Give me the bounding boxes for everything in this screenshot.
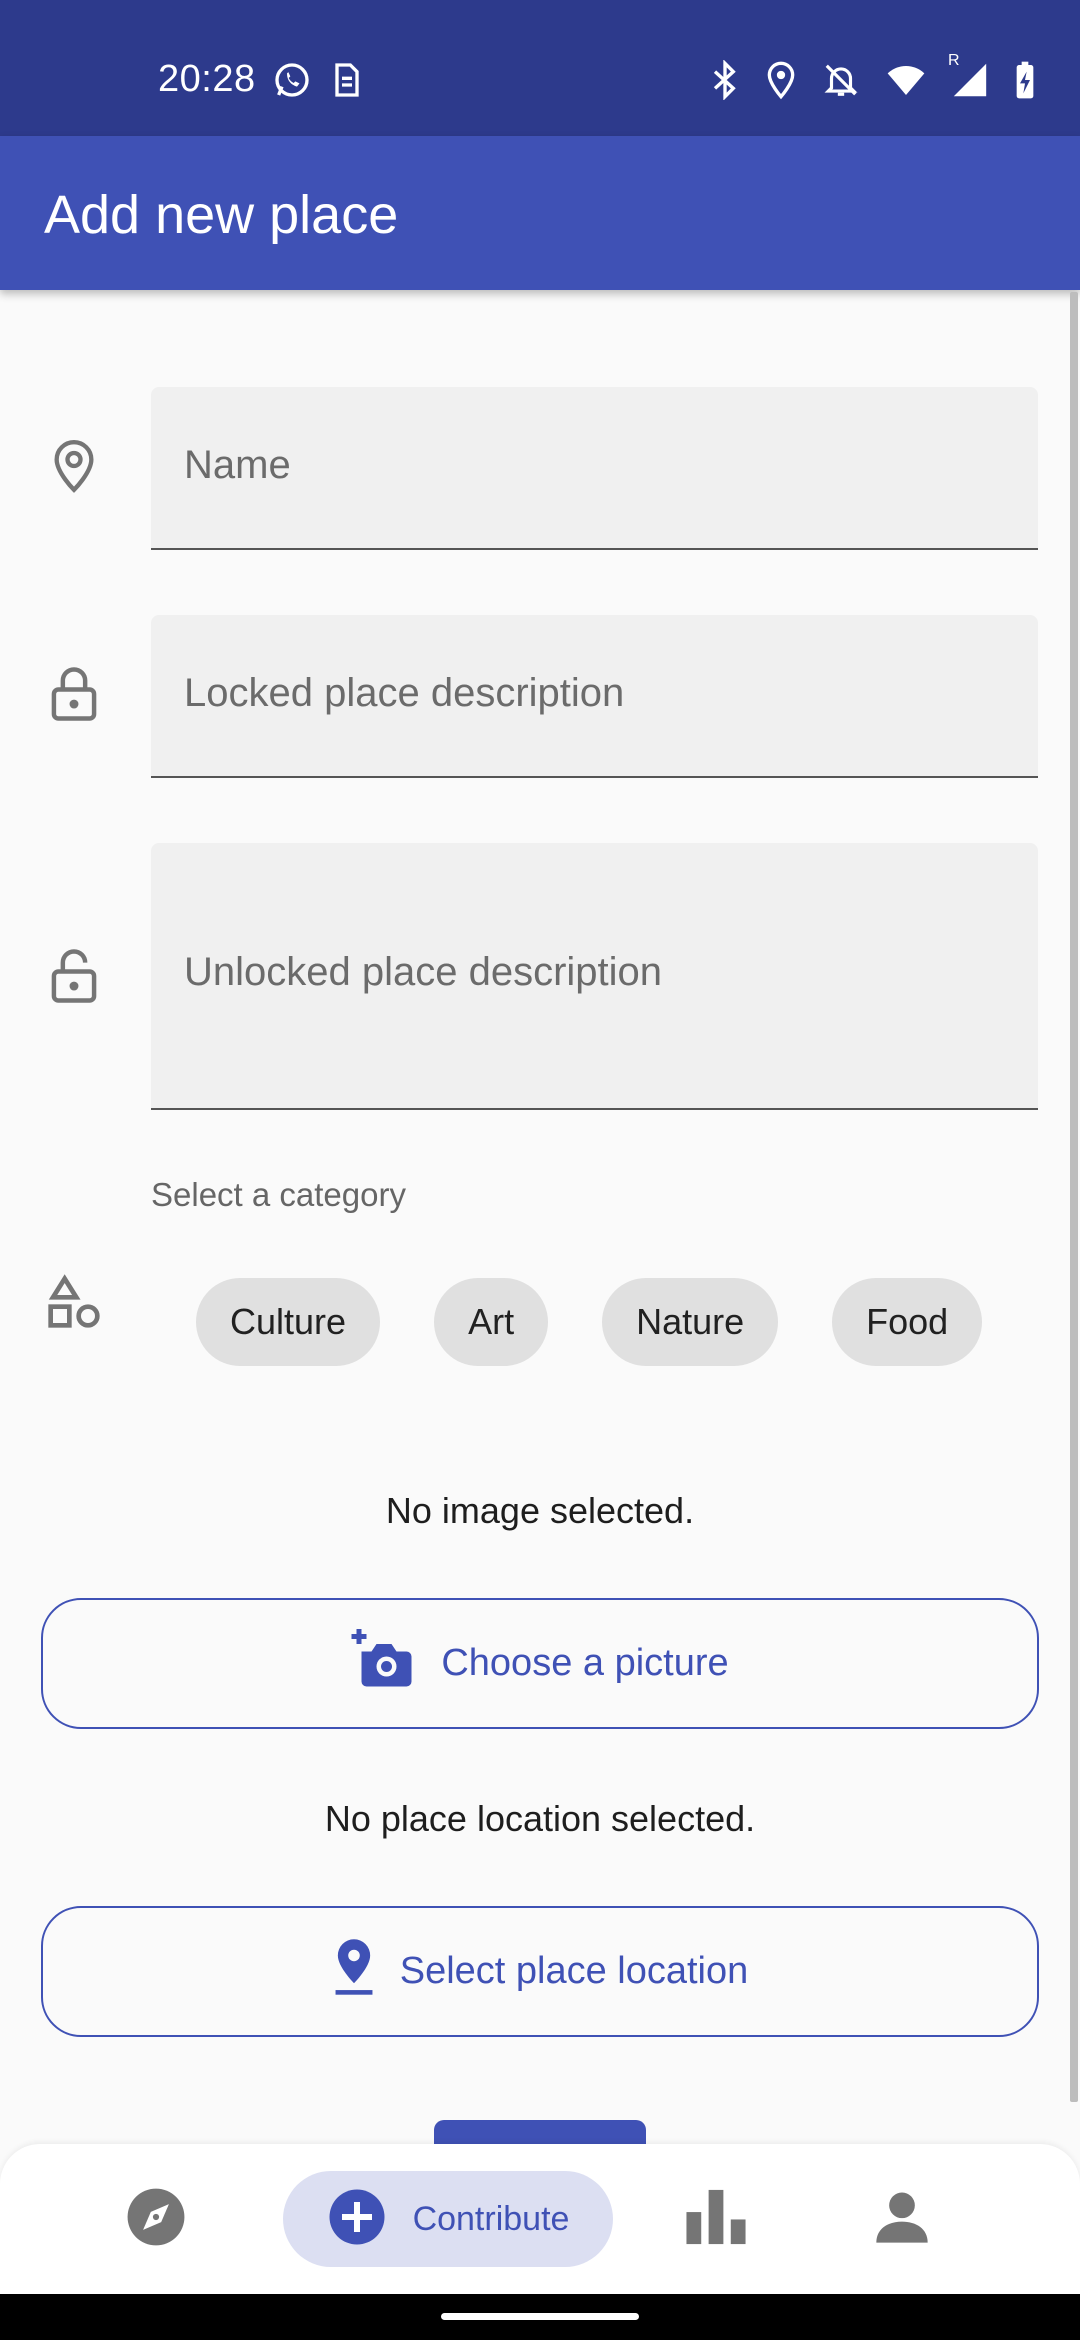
place-pin-icon [44,436,104,496]
wifi-icon [886,62,926,98]
category-shapes-icon [44,1272,104,1332]
location-status-text: No place location selected. [324,1798,756,1839]
locked-description-placeholder: Locked place description [184,671,625,715]
nav-contribute-label: Contribute [412,2199,570,2238]
location-pin-icon [332,1937,376,2007]
status-bar: 20:28 R [0,0,1080,136]
add-circle-icon [327,2187,387,2252]
locked-description-field[interactable]: Locked place description [151,615,1038,778]
name-field[interactable]: Name [151,387,1038,550]
signal-icon: R [948,52,988,98]
bluetooth-icon [710,60,740,100]
select-location-label: Select place location [399,1950,749,1992]
bottom-navigation: Contribute [0,2144,1080,2294]
choose-picture-label: Choose a picture [441,1642,729,1684]
signal-roaming-label: R [948,52,960,69]
category-caption: Select a category [151,1176,406,1213]
sim-icon [330,60,364,100]
select-location-button[interactable]: Select place location [41,1906,1039,2037]
choose-picture-button[interactable]: Choose a picture [41,1598,1039,1729]
gesture-navigation-bar [0,2294,1080,2340]
notifications-off-icon [822,60,860,100]
chip-culture[interactable]: Culture [196,1278,381,1366]
app-bar: Add new place [0,136,1080,290]
chip-art[interactable]: Art [434,1278,549,1366]
nav-explore[interactable] [116,2171,196,2267]
bar-chart-icon [684,2189,748,2250]
battery-charging-icon [1014,60,1036,100]
chip-nature[interactable]: Nature [602,1278,779,1366]
image-status-text: No image selected. [385,1490,695,1531]
location-icon [766,60,796,100]
unlocked-description-field[interactable]: Unlocked place description [151,843,1038,1110]
nav-statistics[interactable] [676,2171,756,2267]
chip-food[interactable]: Food [832,1278,983,1366]
page-title: Add new place [44,185,399,245]
explore-icon [125,2186,187,2253]
whatsapp-icon [272,60,312,100]
unlock-icon [44,946,104,1006]
lock-icon [44,664,104,724]
gesture-handle[interactable] [441,2313,639,2320]
unlocked-description-placeholder: Unlocked place description [184,950,663,994]
person-icon [874,2189,930,2250]
category-chips: Culture Art Nature Food [196,1278,983,1366]
status-time: 20:28 [158,58,256,100]
name-field-placeholder: Name [184,443,291,487]
add-photo-icon [351,1628,417,1699]
nav-contribute[interactable]: Contribute [283,2171,613,2267]
nav-profile[interactable] [862,2171,942,2267]
